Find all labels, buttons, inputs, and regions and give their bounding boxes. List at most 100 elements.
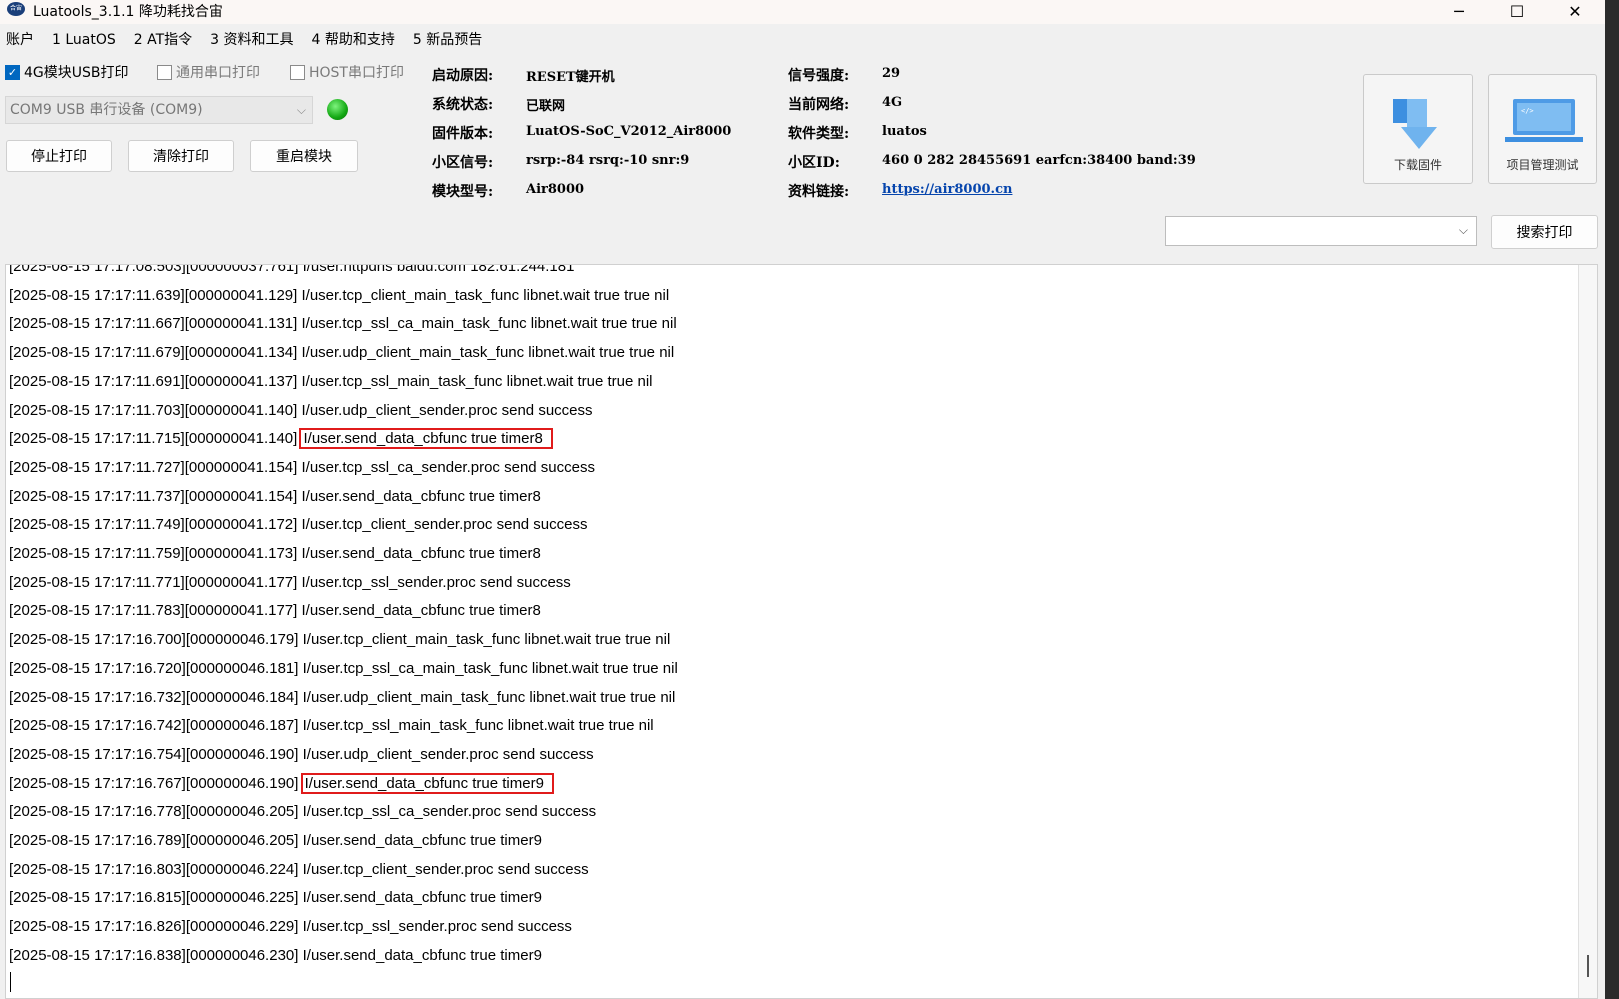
search-print-button[interactable]: 搜索打印 (1491, 215, 1598, 249)
cell-signal-value: rsrp:-84 rsrq:-10 snr:9 (526, 153, 690, 168)
docs-link[interactable]: https://air8000.cn (882, 182, 1012, 197)
log-timestamp: [2025-08-15 17:17:16.838][000000046.230] (9, 946, 299, 964)
log-timestamp: [2025-08-15 17:17:11.737][000000041.154] (9, 487, 298, 505)
search-combobox[interactable]: ⌵ (1165, 216, 1477, 246)
download-firmware-tile[interactable]: 下载固件 (1363, 74, 1473, 184)
checkbox-unchecked-icon (157, 64, 172, 80)
log-line: [2025-08-15 17:17:11.771][000000041.177]… (9, 571, 571, 595)
log-timestamp: [2025-08-15 17:17:16.767][000000046.190] (9, 774, 299, 792)
log-line: [2025-08-15 17:17:11.749][000000041.172]… (9, 513, 587, 537)
log-message: I/user.tcp_ssl_main_task_func libnet.wai… (301, 372, 653, 390)
log-message: I/user.tcp_ssl_ca_main_task_func libnet.… (302, 659, 678, 677)
log-message: I/user.tcp_ssl_ca_main_task_func libnet.… (301, 315, 677, 333)
log-timestamp: [2025-08-15 17:17:11.749][000000041.172] (9, 516, 298, 534)
signal-strength-label: 信号强度: (788, 68, 850, 84)
log-line: [2025-08-15 17:17:11.759][000000041.173]… (9, 542, 541, 566)
log-line: [2025-08-15 17:17:11.727][000000041.154]… (9, 456, 595, 480)
log-message: I/user.udp_client_sender.proc send succe… (302, 745, 594, 763)
maximize-button[interactable]: ☐ (1488, 0, 1546, 22)
usb-print-label: 4G模块USB打印 (24, 65, 129, 81)
log-message: I/user.udp_client_sender.proc send succe… (301, 401, 593, 419)
log-line: [2025-08-15 17:17:16.826][000000046.229]… (9, 915, 572, 939)
log-line: [2025-08-15 17:17:16.732][000000046.184]… (9, 686, 675, 710)
menu-docs-tools[interactable]: 3 资料和工具 (210, 28, 293, 52)
clear-print-button[interactable]: 清除打印 (128, 140, 234, 172)
chevron-down-icon: ⌵ (1458, 223, 1468, 237)
cell-signal-label: 小区信号: (432, 155, 494, 171)
scrollbar-thumb[interactable] (1587, 955, 1589, 977)
host-print-checkbox[interactable]: HOST串口打印 (290, 62, 404, 82)
log-line: [2025-08-15 17:17:11.691][000000041.137]… (9, 370, 653, 394)
log-timestamp: [2025-08-15 17:17:11.667][000000041.131] (9, 315, 298, 333)
log-message: I/user.udp_client_main_task_func libnet.… (302, 688, 676, 706)
log-message: I/user.tcp_ssl_sender.proc send success (301, 573, 571, 591)
log-message: I/user.tcp_client_main_task_func libnet.… (301, 286, 670, 304)
network-value: 4G (882, 95, 903, 110)
log-line: [2025-08-15 17:17:11.667][000000041.131]… (9, 312, 677, 336)
log-line: [2025-08-15 17:17:11.737][000000041.154]… (9, 485, 541, 509)
menu-luatos[interactable]: 1 LuatOS (52, 28, 116, 52)
vertical-scrollbar[interactable] (1578, 265, 1597, 998)
log-timestamp: [2025-08-15 17:17:11.771][000000041.177] (9, 573, 298, 591)
log-line: [2025-08-15 17:17:16.838][000000046.230]… (9, 944, 542, 968)
firmware-value: LuatOS-SoC_V2012_Air8000 (526, 124, 732, 139)
log-message: I/user.tcp_ssl_main_task_func libnet.wai… (302, 717, 654, 735)
log-timestamp: [2025-08-15 17:17:16.815][000000046.225] (9, 889, 299, 907)
software-type-label: 软件类型: (788, 126, 850, 142)
log-timestamp: [2025-08-15 17:17:16.778][000000046.205] (9, 803, 299, 821)
log-line: [2025-08-15 17:17:16.720][000000046.181]… (9, 657, 678, 681)
boot-reason-label: 启动原因: (432, 68, 494, 84)
link-label: 资料链接: (788, 184, 850, 200)
menu-new-products[interactable]: 5 新品预告 (413, 28, 482, 52)
log-timestamp: [2025-08-15 17:17:11.759][000000041.173] (9, 545, 298, 562)
log-message: I/user.tcp_client_sender.proc send succe… (301, 516, 588, 534)
signal-strength-value: 29 (882, 66, 901, 81)
menu-at-commands[interactable]: 2 AT指令 (134, 28, 192, 52)
port-select[interactable]: COM9 USB 串行设备 (COM9) ⌵ (5, 96, 313, 124)
log-line-partial: [2025-08-15 17:17:08.503][000000037.761]… (9, 264, 575, 275)
host-print-label: HOST串口打印 (309, 65, 404, 81)
log-line: [2025-08-15 17:17:16.754][000000046.190]… (9, 743, 594, 767)
log-message: I/user.send_data_cbfunc true timer9 (302, 832, 542, 849)
module-model-value: Air8000 (526, 182, 585, 197)
log-line: [2025-08-15 17:17:16.742][000000046.187]… (9, 714, 654, 738)
checkbox-unchecked-icon (290, 64, 305, 80)
port-selected-value: COM9 USB 串行设备 (COM9) (10, 102, 203, 118)
log-output[interactable]: [2025-08-15 17:17:08.503][000000037.761]… (5, 264, 1598, 999)
chevron-down-icon: ⌵ (296, 103, 306, 117)
log-line: [2025-08-15 17:17:11.703][000000041.140]… (9, 399, 593, 423)
close-button[interactable]: ✕ (1546, 0, 1604, 22)
log-timestamp: [2025-08-15 17:17:16.754][000000046.190] (9, 745, 299, 763)
log-line: [2025-08-15 17:17:16.778][000000046.205]… (9, 800, 596, 824)
download-firmware-label: 下载固件 (1393, 158, 1442, 172)
log-line: [2025-08-15 17:17:11.783][000000041.177]… (9, 599, 541, 623)
serial-print-checkbox[interactable]: 通用串口打印 (157, 62, 260, 82)
system-state-value: 已联网 (526, 99, 566, 114)
log-message: I/user.send_data_cbfunc true timer9 (302, 889, 542, 907)
log-line: [2025-08-15 17:17:16.803][000000046.224]… (9, 858, 589, 882)
boot-reason-value: RESET键开机 (526, 70, 615, 85)
usb-print-checkbox[interactable]: ✓ 4G模块USB打印 (5, 62, 129, 82)
menu-account[interactable]: 账户 (6, 28, 34, 52)
log-message: I/user.send_data_cbfunc true timer8 (301, 545, 541, 562)
stop-print-button[interactable]: 停止打印 (6, 140, 112, 172)
close-icon: ✕ (1568, 1, 1582, 21)
minimize-button[interactable]: ─ (1430, 0, 1488, 22)
log-line: [2025-08-15 17:17:16.815][000000046.225]… (9, 886, 542, 910)
log-timestamp: [2025-08-15 17:17:16.732][000000046.184] (9, 688, 299, 706)
log-timestamp: [2025-08-15 17:17:16.700][000000046.179] (9, 631, 299, 649)
log-timestamp: [2025-08-15 17:17:16.742][000000046.187] (9, 717, 299, 735)
project-manage-tile[interactable]: </> 项目管理测试 (1488, 74, 1597, 184)
log-timestamp: [2025-08-15 17:17:16.789][000000046.205] (9, 832, 299, 849)
restart-module-button[interactable]: 重启模块 (250, 140, 358, 172)
network-label: 当前网络: (788, 97, 850, 113)
log-timestamp: [2025-08-15 17:17:11.715][000000041.140] (9, 430, 298, 448)
menu-bar: 账户 1 LuatOS 2 AT指令 3 资料和工具 4 帮助和支持 5 新品预… (0, 28, 494, 52)
log-line: [2025-08-15 17:17:16.789][000000046.205]… (9, 829, 542, 853)
module-model-label: 模块型号: (432, 184, 494, 200)
menu-help-support[interactable]: 4 帮助和支持 (312, 28, 395, 52)
log-line: [2025-08-15 17:17:11.715][000000041.140]… (9, 427, 553, 451)
cell-id-value: 460 0 282 28455691 earfcn:38400 band:39 (882, 153, 1196, 168)
log-message: I/user.tcp_ssl_ca_sender.proc send succe… (302, 803, 597, 821)
software-type-value: luatos (882, 124, 927, 139)
